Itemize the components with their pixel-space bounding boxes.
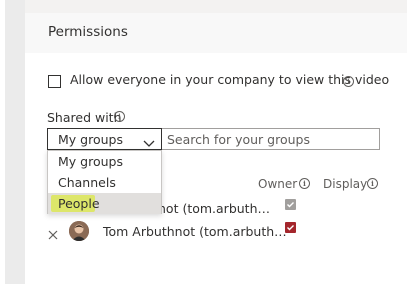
owner-column-header: Owner: [258, 177, 298, 191]
info-icon[interactable]: i: [299, 178, 310, 189]
info-icon[interactable]: i: [343, 76, 354, 87]
display-column-header: Display: [323, 177, 368, 191]
group-search-box[interactable]: [162, 128, 380, 150]
shared-with-label: Shared with: [47, 110, 122, 125]
group-search-input[interactable]: [167, 132, 372, 147]
shared-with-dropdown[interactable]: My groups: [47, 128, 162, 150]
menu-item-channels[interactable]: Channels: [48, 172, 161, 193]
avatar: [69, 221, 89, 241]
menu-item-people[interactable]: People: [48, 193, 161, 214]
allow-everyone-label: Allow everyone in your company to view t…: [70, 72, 390, 87]
member-name: Tom Arbuthnot (tom.arbuth…: [103, 224, 287, 239]
allow-everyone-checkbox[interactable]: [48, 75, 61, 88]
menu-item-label: People: [58, 196, 100, 211]
menu-item-my-groups[interactable]: My groups: [48, 151, 161, 172]
owner-checkbox[interactable]: [285, 222, 296, 233]
dropdown-value: My groups: [58, 132, 123, 147]
close-icon[interactable]: [48, 225, 58, 244]
checkmark-icon: [287, 202, 294, 208]
menu-item-label: Channels: [58, 175, 116, 190]
owner-checkbox[interactable]: [285, 199, 296, 210]
member-name: not (tom.arbuth…: [158, 201, 270, 216]
panel-title: Permissions: [48, 24, 128, 40]
checkmark-icon: [287, 225, 294, 231]
left-gutter: [5, 0, 25, 284]
permissions-panel: Permissions Allow everyone in your compa…: [25, 13, 407, 284]
panel-header: Permissions: [25, 13, 407, 53]
menu-item-label: My groups: [58, 154, 123, 169]
info-icon[interactable]: i: [114, 111, 125, 122]
info-icon[interactable]: i: [367, 178, 378, 189]
shared-with-menu: My groups Channels People: [47, 150, 162, 214]
